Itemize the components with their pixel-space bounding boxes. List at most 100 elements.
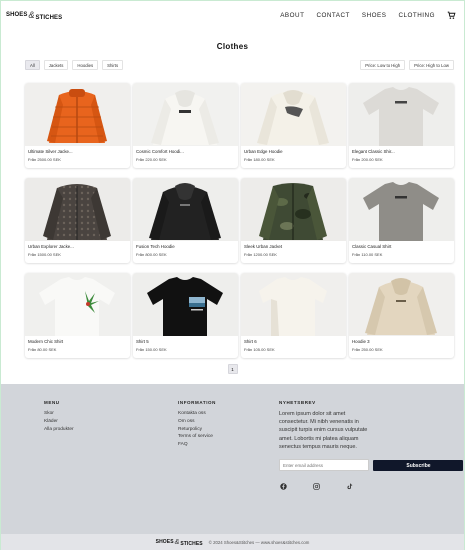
product-card[interactable]: Cosmic Comfort Hoodi... Från 220.00 SEK bbox=[133, 83, 238, 168]
product-name: Ultimate Silver Jacke... bbox=[28, 149, 73, 154]
product-card[interactable]: Shirt 6 Från 105.00 SEK bbox=[241, 273, 346, 358]
product-image bbox=[349, 273, 454, 336]
site-header: SHOES & STICHES ABOUT CONTACT SHOES CLOT… bbox=[1, 1, 464, 29]
logo-word-left: SHOES bbox=[155, 538, 174, 545]
footer-link-klader[interactable]: Kläder bbox=[44, 418, 74, 426]
product-grid: Ultimate Silver Jacke... Från 2500.00 SE… bbox=[25, 83, 455, 358]
product-card[interactable]: Ultimate Silver Jacke... Från 2500.00 SE… bbox=[25, 83, 130, 168]
instagram-icon[interactable] bbox=[313, 482, 320, 490]
product-price: Från 110.00 SEK bbox=[352, 252, 383, 257]
product-image bbox=[241, 83, 346, 146]
site-footer: MENU Skor Kläder Alla produkter INFORMAT… bbox=[1, 384, 464, 534]
product-name: Urban Edge Hoodie bbox=[244, 149, 283, 154]
product-card[interactable]: Hoodie 3 Från 250.00 SEK bbox=[349, 273, 454, 358]
product-price: Från 2500.00 SEK bbox=[28, 157, 61, 162]
product-price: Från 1200.00 SEK bbox=[244, 252, 277, 257]
product-card[interactable]: Fusion Tech Hoodie Från 800.00 SEK bbox=[133, 178, 238, 263]
logo-word-right: STICHES bbox=[35, 14, 63, 21]
footer-menu: MENU Skor Kläder Alla produkter bbox=[44, 400, 74, 433]
footer-link-om-oss[interactable]: Om oss bbox=[178, 418, 216, 426]
product-image bbox=[349, 178, 454, 241]
logo-word-left: SHOES bbox=[6, 12, 28, 18]
subscribe-button[interactable]: Subscribe bbox=[373, 460, 464, 472]
product-image bbox=[133, 273, 238, 336]
product-price: Från 800.00 SEK bbox=[136, 252, 167, 257]
footer-link-returpolicy[interactable]: Returpolicy bbox=[178, 426, 216, 434]
product-price: Från 105.00 SEK bbox=[244, 347, 275, 352]
nav-shoes[interactable]: SHOES bbox=[362, 12, 387, 19]
product-name: Hoodie 3 bbox=[352, 339, 370, 344]
footer-link-kontakta-oss[interactable]: Kontakta oss bbox=[178, 410, 216, 418]
product-name: Fusion Tech Hoodie bbox=[136, 244, 175, 249]
product-image bbox=[241, 178, 346, 241]
filter-hoodies[interactable]: Hoodies bbox=[72, 60, 99, 70]
logo-ampersand: & bbox=[28, 10, 35, 20]
product-card[interactable]: Modern Chic Shirt Från 80.00 SEK bbox=[25, 273, 130, 358]
product-name: Urban Explorer Jacke... bbox=[28, 244, 74, 249]
footer-link-terms[interactable]: Terms of service bbox=[178, 433, 216, 441]
product-name: Sleek Urban Jacket bbox=[244, 244, 283, 249]
nav-about[interactable]: ABOUT bbox=[280, 12, 304, 19]
filter-jackets[interactable]: Jackets bbox=[43, 60, 69, 70]
footer-menu-heading: MENU bbox=[44, 400, 60, 405]
footer-link-skor[interactable]: Skor bbox=[44, 410, 74, 418]
footer-link-alla-produkter[interactable]: Alla produkter bbox=[44, 426, 74, 434]
product-image bbox=[25, 178, 130, 241]
tiktok-icon[interactable] bbox=[346, 483, 353, 490]
category-filters: All Jackets Hoodies Shirts bbox=[25, 60, 124, 70]
email-input[interactable] bbox=[279, 459, 369, 472]
product-name: Elegant Classic Shir... bbox=[352, 149, 395, 154]
product-price: Från 180.00 SEK bbox=[244, 157, 275, 162]
product-name: Classic Casual Shirt bbox=[352, 244, 392, 249]
footer-newsletter: NYHETSBREV Lorem ipsum dolor sit amet co… bbox=[279, 400, 464, 490]
product-name: Modern Chic Shirt bbox=[28, 339, 64, 344]
product-card[interactable]: Sleek Urban Jacket Från 1200.00 SEK bbox=[241, 178, 346, 263]
logo-word-right: STICHES bbox=[180, 540, 203, 547]
product-price: Från 150.00 SEK bbox=[136, 347, 167, 352]
product-image bbox=[133, 178, 238, 241]
main-content: Clothes All Jackets Hoodies Shirts Price… bbox=[1, 29, 464, 384]
product-card[interactable]: Shirt 5 Från 150.00 SEK bbox=[133, 273, 238, 358]
product-card[interactable]: Urban Explorer Jacke... Från 1500.00 SEK bbox=[25, 178, 130, 263]
page-title: Clothes bbox=[216, 42, 249, 51]
page-button-1[interactable]: 1 bbox=[227, 364, 238, 374]
product-card[interactable]: Classic Casual Shirt Från 110.00 SEK bbox=[349, 178, 454, 263]
product-price: Från 80.00 SEK bbox=[28, 347, 57, 352]
product-name: Shirt 6 bbox=[244, 339, 257, 344]
newsletter-heading: NYHETSBREV bbox=[279, 400, 316, 405]
footer-information: INFORMATION Kontakta oss Om oss Returpol… bbox=[178, 400, 216, 449]
copyright-text: © 2024 Shoes&Stitches — www.shoes&stitch… bbox=[208, 539, 310, 545]
product-price: Från 220.00 SEK bbox=[136, 157, 167, 162]
footer-logo: SHOES & STICHES bbox=[156, 538, 203, 547]
pagination: 1 bbox=[1, 364, 464, 374]
footer-info-heading: INFORMATION bbox=[178, 400, 217, 405]
site-logo[interactable]: SHOES & STICHES bbox=[6, 10, 62, 21]
footer-link-faq[interactable]: FAQ bbox=[178, 441, 216, 449]
product-image bbox=[241, 273, 346, 336]
nav-contact[interactable]: CONTACT bbox=[316, 12, 349, 19]
sort-controls: Price: Low to High Price: High to Low bbox=[360, 60, 454, 70]
sort-high-low-button[interactable]: Price: High to Low bbox=[409, 60, 454, 70]
product-image bbox=[349, 83, 454, 146]
product-price: Från 1500.00 SEK bbox=[28, 252, 61, 257]
newsletter-text: Lorem ipsum dolor sit amet consectetur. … bbox=[279, 411, 368, 450]
cart-icon[interactable] bbox=[447, 11, 456, 20]
product-name: Shirt 5 bbox=[136, 339, 149, 344]
product-price: Från 200.00 SEK bbox=[352, 157, 383, 162]
nav-clothing[interactable]: CLOTHING bbox=[398, 12, 435, 19]
product-name: Cosmic Comfort Hoodi... bbox=[136, 149, 184, 154]
logo-ampersand: & bbox=[174, 538, 180, 546]
facebook-icon[interactable] bbox=[280, 482, 287, 490]
sort-low-high-button[interactable]: Price: Low to High bbox=[360, 60, 406, 70]
product-card[interactable]: Elegant Classic Shir... Från 200.00 SEK bbox=[349, 83, 454, 168]
product-price: Från 250.00 SEK bbox=[352, 347, 383, 352]
product-image bbox=[25, 83, 130, 146]
filter-shirts[interactable]: Shirts bbox=[102, 60, 124, 70]
filter-all[interactable]: All bbox=[25, 60, 40, 70]
product-image bbox=[133, 83, 238, 146]
product-image bbox=[25, 273, 130, 336]
product-card[interactable]: Urban Edge Hoodie Från 180.00 SEK bbox=[241, 83, 346, 168]
footer-bottom-bar: SHOES & STICHES © 2024 Shoes&Stitches — … bbox=[1, 534, 464, 550]
main-nav: ABOUT CONTACT SHOES CLOTHING bbox=[280, 11, 456, 20]
social-links bbox=[279, 482, 463, 490]
